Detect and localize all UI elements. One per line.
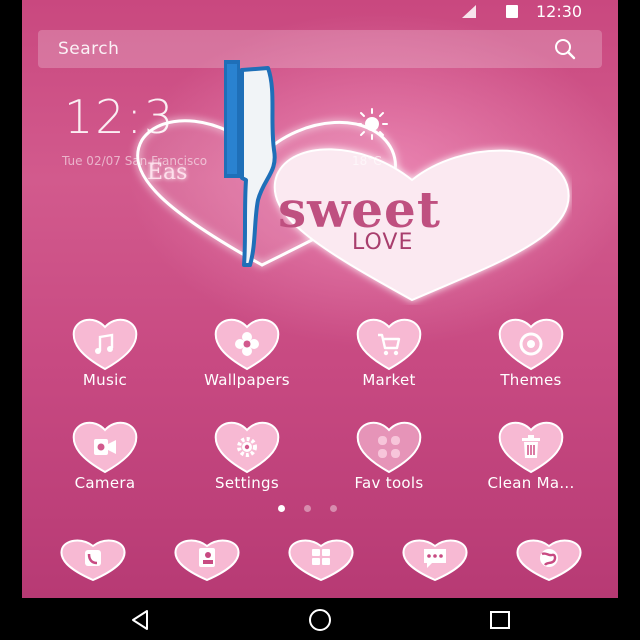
cart-icon xyxy=(378,333,401,356)
back-button[interactable] xyxy=(128,608,152,632)
weather-widget[interactable]: 12:3 Tue 02/07 San Francisco 18°C xyxy=(42,90,602,180)
app-label: Music xyxy=(82,371,128,389)
page-indicator[interactable] xyxy=(278,505,348,513)
dock-phone[interactable] xyxy=(56,537,130,581)
trash-icon xyxy=(522,435,540,458)
app-label: Camera xyxy=(74,474,136,492)
dock-app-drawer[interactable] xyxy=(284,537,358,581)
tools-icon xyxy=(378,436,400,458)
app-label: Market xyxy=(362,371,416,389)
search-bar[interactable]: Search xyxy=(38,30,602,68)
home-screen: 12:30 Search 12:3 Tue 02/07 San Francisc… xyxy=(22,0,618,598)
wallpaper-subline: LOVE xyxy=(352,230,414,255)
widget-temperature: 18°C xyxy=(352,154,382,168)
camera-icon xyxy=(94,439,116,455)
app-camera[interactable]: Camera xyxy=(50,418,160,508)
app-label: Settings xyxy=(215,474,279,492)
app-label: Wallpapers xyxy=(204,371,290,389)
music-note-icon xyxy=(95,333,114,354)
search-input[interactable]: Search xyxy=(58,39,119,59)
home-button[interactable] xyxy=(308,608,332,632)
widget-time: 12:3 xyxy=(64,90,176,144)
page-dot[interactable] xyxy=(330,505,337,512)
app-music[interactable]: Music xyxy=(50,315,160,405)
app-market[interactable]: Market xyxy=(334,315,444,405)
overlay-text: Eas xyxy=(147,160,188,185)
page-dot-active[interactable] xyxy=(278,505,285,512)
dock-messages[interactable] xyxy=(398,537,472,581)
search-icon[interactable] xyxy=(554,38,576,60)
status-clock: 12:30 xyxy=(536,2,583,21)
gear-icon xyxy=(237,437,257,457)
app-label: Fav tools xyxy=(354,474,424,492)
palette-icon xyxy=(519,332,543,356)
app-clean-master[interactable]: Clean Ma... xyxy=(476,418,586,508)
page-dot[interactable] xyxy=(304,505,311,512)
app-label: Clean Ma... xyxy=(487,474,575,492)
sun-icon xyxy=(356,108,388,140)
drag-handle[interactable] xyxy=(224,60,282,270)
recents-button[interactable] xyxy=(488,608,512,632)
app-label: Themes xyxy=(500,371,562,389)
status-bar: 12:30 xyxy=(22,0,618,24)
dock-contacts[interactable] xyxy=(170,537,244,581)
signal-icon xyxy=(462,5,476,18)
flower-icon xyxy=(235,332,259,356)
app-themes[interactable]: Themes xyxy=(476,315,586,405)
dock-browser[interactable] xyxy=(512,537,586,581)
app-settings[interactable]: Settings xyxy=(192,418,302,508)
battery-icon xyxy=(506,5,518,18)
navigation-bar xyxy=(0,598,640,640)
app-wallpapers[interactable]: Wallpapers xyxy=(192,315,302,405)
app-fav-tools[interactable]: Fav tools xyxy=(334,418,444,508)
